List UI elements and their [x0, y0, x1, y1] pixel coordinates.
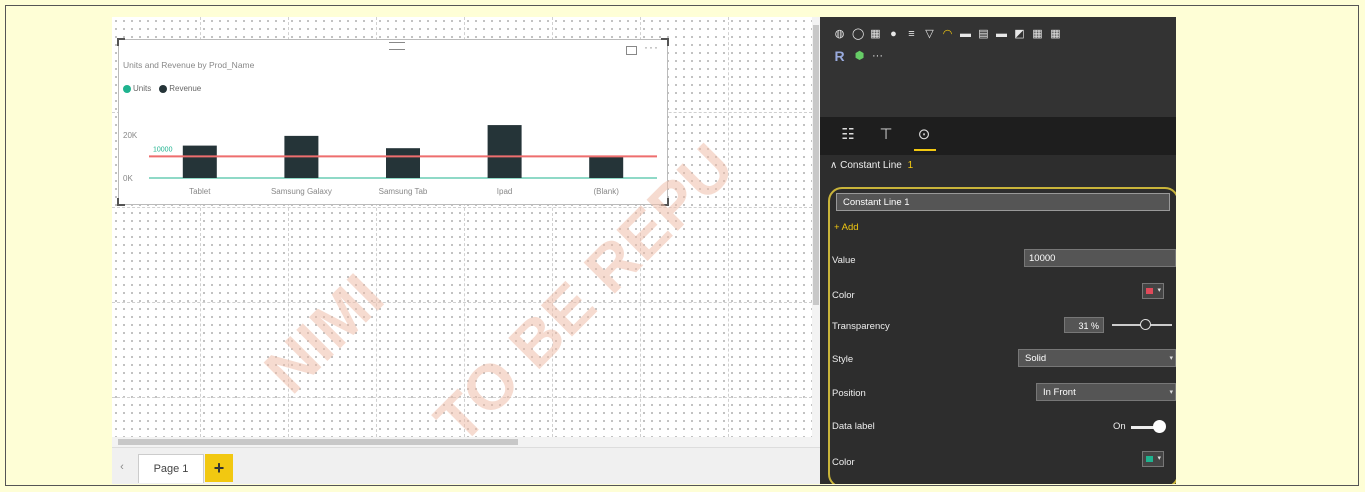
transparency-label: Transparency: [832, 321, 890, 332]
powerbi-report-editor: ··· Units and Revenue by Prod_Name Units…: [112, 17, 1176, 484]
r-visual-icon[interactable]: R: [834, 49, 845, 63]
scroll-thumb[interactable]: [813, 25, 819, 305]
position-dropdown[interactable]: In Front ▾: [1036, 383, 1176, 401]
filled-map-icon[interactable]: ●: [888, 29, 899, 40]
tab-page-1[interactable]: Page 1: [138, 454, 204, 483]
grid-line: [112, 397, 812, 398]
legend-item-units[interactable]: Units: [123, 84, 151, 93]
value-input[interactable]: 10000: [1024, 249, 1176, 267]
constant-line-section-header[interactable]: ∧ Constant Line 1: [830, 160, 913, 171]
transparency-input[interactable]: 31 %: [1064, 317, 1104, 333]
color-label: Color: [832, 290, 855, 301]
resize-handle[interactable]: [117, 38, 125, 46]
bar-revenue[interactable]: [386, 148, 420, 178]
custom-visual-icon[interactable]: ⬢: [854, 51, 865, 62]
column-chart-visual[interactable]: ··· Units and Revenue by Prod_Name Units…: [117, 38, 669, 206]
format-paint-roller-icon[interactable]: ⊤: [876, 125, 896, 145]
table-icon[interactable]: ▦: [1032, 29, 1043, 40]
chevron-down-icon: ▾: [1157, 287, 1161, 294]
y-tick-label: 0K: [123, 174, 133, 183]
style-dropdown[interactable]: Solid ▾: [1018, 349, 1176, 367]
legend-label: Revenue: [169, 84, 202, 93]
treemap-icon[interactable]: ▦: [870, 29, 881, 40]
funnel-icon[interactable]: ▽: [924, 29, 935, 40]
section-title: Constant Line: [840, 160, 902, 171]
visual-title: Units and Revenue by Prod_Name: [123, 60, 255, 70]
visualization-gallery: ◍ ◯ ▦ ● ≡ ▽ ◠ ▬ ▤ ▬ ◩ ▦ ▦ R ⬢ ···: [820, 17, 1176, 117]
line-color-picker[interactable]: ▾: [1142, 283, 1164, 299]
tab-nav-left-icon[interactable]: ‹: [116, 456, 128, 478]
gauge-icon[interactable]: ◠: [942, 29, 953, 40]
x-tick-label: (Blank): [594, 187, 620, 196]
fields-icon[interactable]: ☷: [838, 125, 858, 145]
multi-row-card-icon[interactable]: ▤: [978, 29, 989, 40]
slicer-icon[interactable]: ◩: [1014, 29, 1025, 40]
chart-plot: 20K 0K Tablet Samsung Galaxy Samsung Tab Ipad…: [123, 125, 657, 196]
position-value: In Front: [1043, 387, 1076, 398]
grid-line: [112, 207, 812, 208]
legend-dot: [123, 84, 131, 93]
highlight-box: [828, 187, 1176, 484]
page-tabs-bar: ‹ Page 1 +: [112, 447, 820, 484]
kpi-icon[interactable]: ▬: [996, 29, 1007, 40]
data-label-state: On: [1113, 421, 1126, 432]
pane-tab-bar: ☷ ⊤ ⊙: [820, 117, 1176, 155]
chevron-down-icon: ▾: [1169, 389, 1173, 396]
more-options-icon[interactable]: ···: [644, 40, 659, 54]
chevron-up-icon: ∧: [830, 160, 838, 171]
analytics-icon[interactable]: ⊙: [914, 125, 934, 145]
focus-mode-icon[interactable]: [626, 46, 637, 55]
value-label: Value: [832, 255, 856, 266]
legend-item-revenue[interactable]: Revenue: [159, 84, 201, 93]
card-icon[interactable]: ▬: [960, 29, 971, 40]
x-tick-label: Tablet: [189, 187, 211, 196]
map-icon[interactable]: ◍: [834, 29, 845, 40]
x-tick-label: Samsung Tab: [379, 187, 428, 196]
visualizations-pane: ◍ ◯ ▦ ● ≡ ▽ ◠ ▬ ▤ ▬ ◩ ▦ ▦ R ⬢ ··· ☷ ⊤ ⊙ …: [820, 17, 1176, 484]
color-swatch: [1146, 288, 1153, 294]
legend-dot: [159, 84, 168, 93]
position-label: Position: [832, 388, 866, 399]
style-value: Solid: [1025, 353, 1047, 364]
vertical-scrollbar[interactable]: [812, 17, 820, 437]
bar-revenue[interactable]: [182, 145, 217, 178]
label-color-label: Color: [832, 457, 855, 468]
constant-line-name-field[interactable]: Constant Line 1: [836, 193, 1170, 211]
donut-chart-icon[interactable]: ◯: [852, 29, 864, 40]
constant-line-data-label: 10000: [153, 146, 173, 153]
x-tick-label: Ipad: [497, 187, 513, 196]
chevron-down-icon: ▾: [1157, 455, 1161, 462]
data-label-toggle-knob[interactable]: [1153, 420, 1166, 433]
legend-label: Units: [133, 84, 152, 93]
drag-grip-icon[interactable]: [389, 42, 405, 50]
x-tick-label: Samsung Galaxy: [271, 187, 332, 196]
scroll-thumb[interactable]: [118, 439, 518, 445]
label-color-picker[interactable]: ▾: [1142, 451, 1164, 467]
matrix-icon[interactable]: ▦: [1050, 29, 1061, 40]
color-swatch: [1146, 456, 1153, 462]
add-page-button[interactable]: +: [205, 454, 233, 482]
bar-revenue[interactable]: [589, 156, 624, 178]
data-label-label: Data label: [832, 421, 875, 432]
chart-legend: Units Revenue: [123, 84, 201, 93]
transparency-slider-handle[interactable]: [1140, 319, 1151, 330]
y-tick-label: 20K: [123, 131, 138, 140]
active-tab-indicator: [914, 149, 936, 151]
resize-handle[interactable]: [661, 38, 669, 46]
report-canvas[interactable]: ··· Units and Revenue by Prod_Name Units…: [112, 17, 812, 437]
grid-line: [112, 302, 812, 303]
transparency-value: 31: [1078, 321, 1089, 331]
more-visuals-icon[interactable]: ···: [872, 51, 883, 62]
horizontal-scrollbar[interactable]: [112, 437, 820, 447]
section-count: 1: [907, 160, 914, 171]
waterfall-icon[interactable]: ≡: [906, 29, 917, 40]
add-constant-line-link[interactable]: + Add: [834, 222, 859, 233]
style-label: Style: [832, 354, 854, 365]
grid-line: [728, 17, 729, 437]
bar-revenue[interactable]: [487, 125, 522, 178]
transparency-unit: %: [1090, 321, 1099, 331]
chevron-down-icon: ▾: [1169, 355, 1173, 362]
